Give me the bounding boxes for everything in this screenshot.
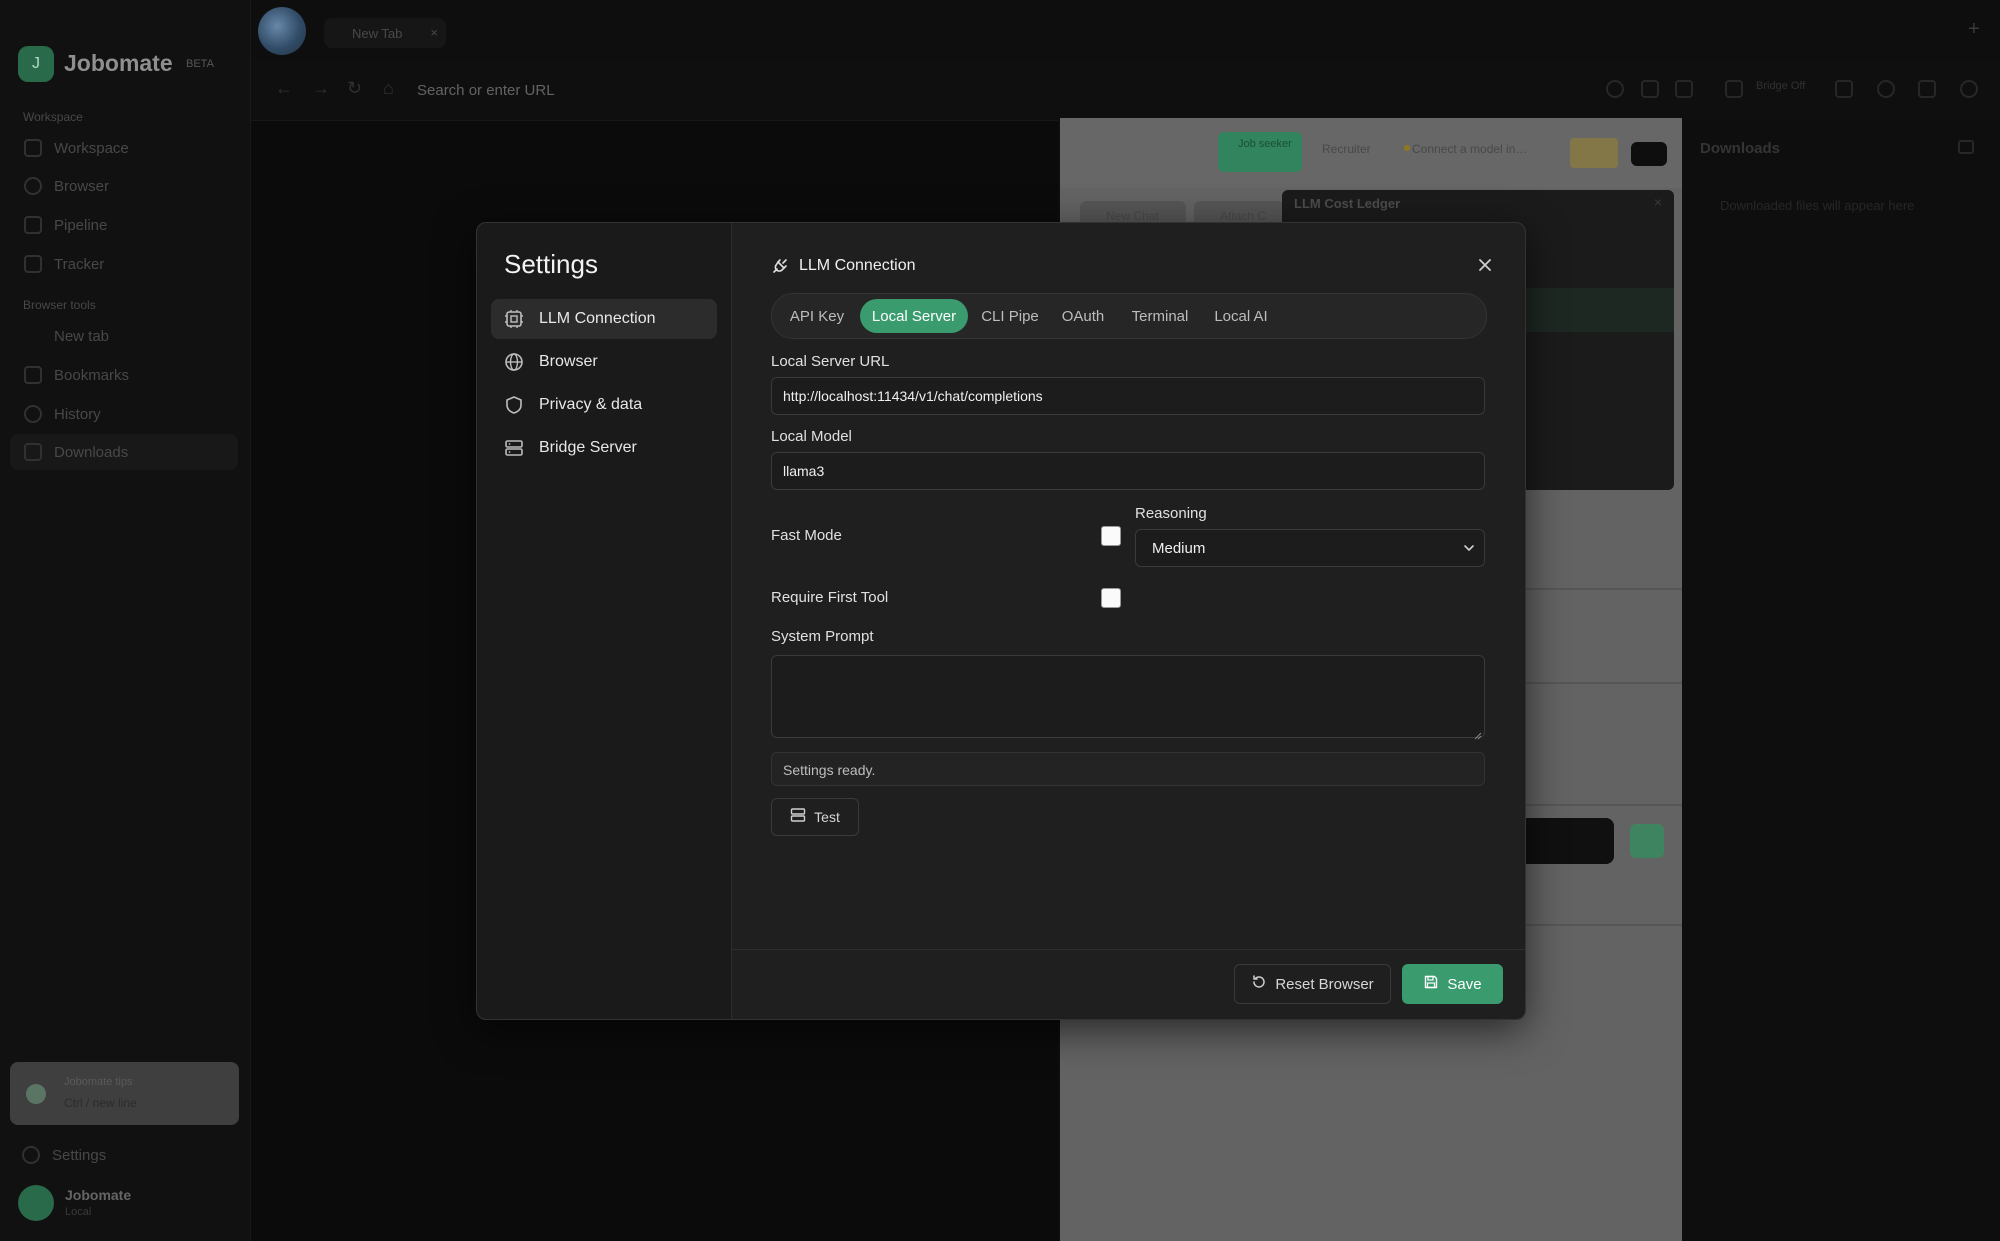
settings-nav-privacy[interactable]: Privacy & data (491, 385, 717, 425)
url-label: Local Server URL (771, 353, 890, 370)
settings-nav-label: Bridge Server (539, 439, 637, 456)
settings-nav-llm-connection[interactable]: LLM Connection (491, 299, 717, 339)
require-first-tool-checkbox[interactable] (1101, 588, 1121, 608)
tab-oauth[interactable]: OAuth (1052, 299, 1114, 333)
settings-nav-label: Privacy & data (539, 396, 643, 413)
save-icon (1423, 974, 1439, 995)
tab-local-server[interactable]: Local Server (860, 299, 968, 333)
settings-nav-browser[interactable]: Browser (491, 342, 717, 382)
footer-divider (731, 949, 1525, 950)
test-button[interactable]: Test (771, 798, 859, 836)
app-window: J Jobomate BETA Workspace Workspace Brow… (0, 0, 2000, 1241)
settings-nav-label: Browser (539, 353, 598, 370)
system-prompt-textarea[interactable] (771, 655, 1485, 740)
fast-mode-label: Fast Mode (771, 527, 842, 544)
reset-icon (1251, 974, 1267, 995)
require-first-tool-label: Require First Tool (771, 589, 889, 606)
status-message: Settings ready. (771, 752, 1485, 786)
shield-icon (503, 394, 525, 416)
resize-handle-icon[interactable] (1474, 727, 1482, 740)
save-button[interactable]: Save (1402, 964, 1503, 1004)
settings-nav: Settings LLM Connection Browser Privacy … (477, 223, 732, 1019)
fast-mode-checkbox[interactable] (1101, 526, 1121, 546)
plug-icon (771, 257, 789, 275)
test-button-label: Test (814, 809, 840, 825)
local-server-url-input[interactable] (771, 377, 1485, 415)
close-icon[interactable] (1475, 255, 1495, 275)
settings-nav-bridge-server[interactable]: Bridge Server (491, 428, 717, 468)
reasoning-label: Reasoning (1135, 505, 1207, 522)
globe-icon (503, 351, 525, 373)
tab-local-ai[interactable]: Local AI (1206, 299, 1276, 333)
server-icon (503, 437, 525, 459)
settings-title: Settings (504, 249, 598, 279)
tab-api-key[interactable]: API Key (778, 299, 856, 333)
reasoning-select-value: Medium (1152, 540, 1206, 557)
settings-modal: Settings LLM Connection Browser Privacy … (476, 222, 1526, 1020)
tab-terminal[interactable]: Terminal (1120, 299, 1200, 333)
chip-icon (503, 308, 525, 330)
reasoning-select[interactable]: Medium (1135, 529, 1485, 567)
local-model-input[interactable] (771, 452, 1485, 490)
chevron-down-icon (1462, 541, 1476, 555)
system-prompt-label: System Prompt (771, 628, 874, 645)
reset-browser-button[interactable]: Reset Browser (1234, 964, 1391, 1004)
tab-cli-pipe[interactable]: CLI Pipe (974, 299, 1046, 333)
section-title: LLM Connection (799, 257, 916, 274)
server-icon (790, 807, 806, 828)
reset-browser-label: Reset Browser (1275, 975, 1374, 993)
status-text: Settings ready. (783, 762, 876, 778)
settings-nav-label: LLM Connection (539, 310, 656, 327)
model-label: Local Model (771, 428, 852, 445)
connection-mode-tabs: API Key Local Server CLI Pipe OAuth Term… (771, 293, 1487, 339)
section-header: LLM Connection (771, 257, 916, 275)
save-button-label: Save (1447, 975, 1482, 993)
